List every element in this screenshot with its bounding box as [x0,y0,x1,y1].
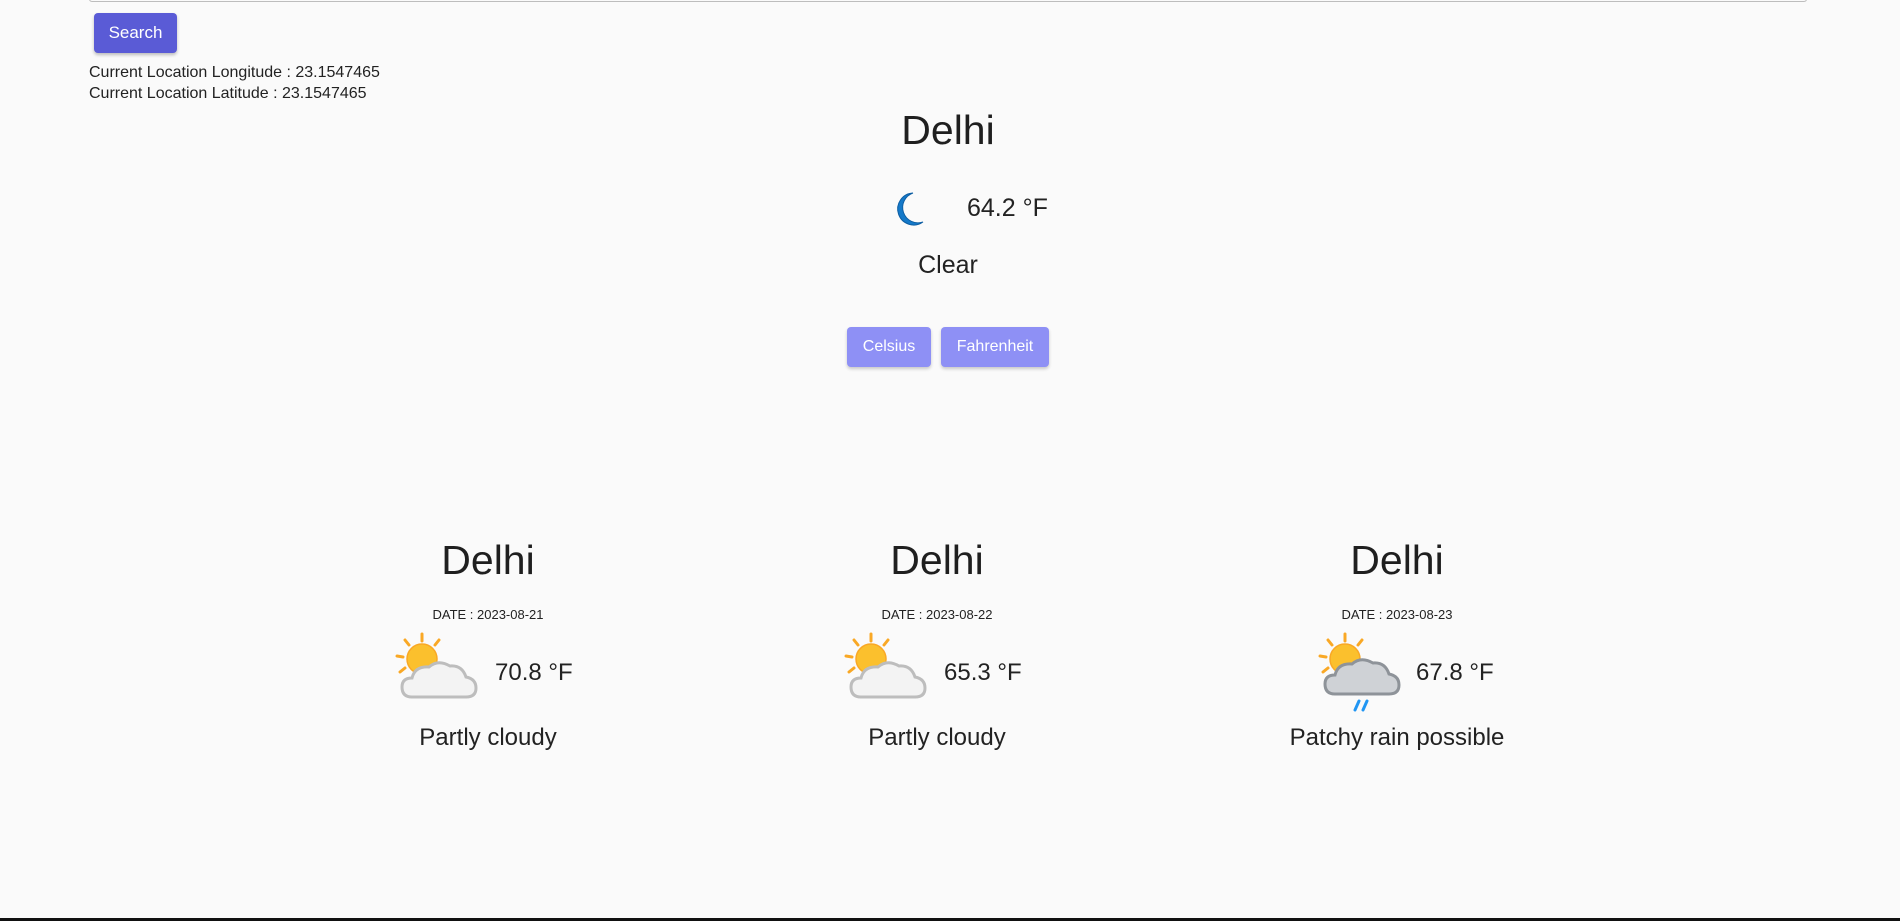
moon-icon [897,192,924,226]
search-input[interactable] [89,0,1807,2]
forecast-condition: Partly cloudy [419,724,557,751]
weather-app: Search Current Location Longitude : 23.1… [0,0,1900,921]
forecast-card: Delhi DATE : 2023-08-22 65.3 °F Partly c… [787,533,1087,752]
forecast-temperature: 65.3 °F [944,659,1022,686]
forecast-card: Delhi DATE : 2023-08-23 67.8 °F Patchy r… [1247,533,1547,752]
current-temp-row: 64.2 °F [748,181,1148,237]
current-condition: Clear [918,251,978,279]
fahrenheit-button[interactable]: Fahrenheit [941,327,1049,367]
forecast-date: DATE : 2023-08-22 [881,607,993,622]
forecast-condition: Patchy rain possible [1289,724,1505,751]
forecast-city: Delhi [890,537,984,583]
forecast-condition: Partly cloudy [868,724,1006,751]
celsius-button[interactable]: Celsius [847,327,931,367]
forecast-temp-row: 70.8 °F [338,632,638,716]
current-weather: Delhi 64.2 °F Clear [748,100,1148,280]
forecast-date: DATE : 2023-08-23 [1341,607,1453,622]
forecast-date: DATE : 2023-08-21 [432,607,544,622]
partly-cloudy-icon [395,632,478,699]
forecast-card: Delhi DATE : 2023-08-21 70.8 °F Partly c… [338,533,638,752]
current-city: Delhi [901,107,995,153]
current-temperature: 64.2 °F [967,194,1048,222]
patchy-rain-icon [1318,632,1401,712]
forecast-city: Delhi [1350,537,1444,583]
forecast-temperature: 67.8 °F [1416,659,1494,686]
forecast-temp-row: 65.3 °F [787,632,1087,716]
forecast-temp-row: 67.8 °F [1247,632,1547,716]
search-button[interactable]: Search [94,13,177,53]
partly-cloudy-icon [844,632,927,699]
forecast-temperature: 70.8 °F [495,659,573,686]
unit-toggle: Celsius Fahrenheit [847,327,1049,367]
current-latitude: Current Location Latitude : 23.1547465 [89,85,367,102]
forecast-city: Delhi [441,537,535,583]
current-longitude: Current Location Longitude : 23.1547465 [89,64,380,81]
